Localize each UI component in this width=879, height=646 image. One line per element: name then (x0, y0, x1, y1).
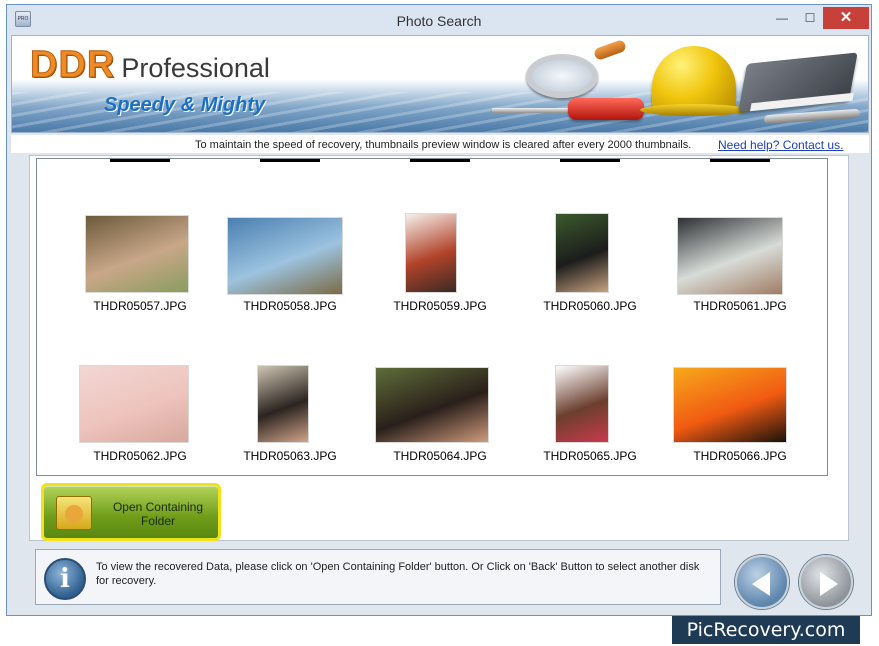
partial-thumbnail-label: ▬▬▬▬▬ (710, 158, 770, 165)
header-banner: DDR Professional Speedy & Mighty (11, 35, 869, 133)
thumbnail-image[interactable] (227, 217, 343, 295)
brand-professional: Professional (121, 53, 270, 83)
thumbnail-filename: THDR05060.JPG (543, 299, 637, 313)
status-message: To view the recovered Data, please click… (96, 561, 700, 587)
screwdriver-icon (492, 108, 572, 113)
next-button[interactable] (799, 555, 853, 609)
thumbnail-item[interactable]: THDR05060.JPG (515, 211, 665, 313)
partial-thumbnail-label: ▬▬▬▬▬ (560, 158, 620, 165)
arrow-left-icon (752, 572, 770, 596)
back-button[interactable] (735, 555, 789, 609)
minimize-button[interactable]: — (769, 7, 795, 29)
thumbnail-filename: THDR05057.JPG (93, 299, 187, 313)
open-containing-folder-button[interactable]: Open Containing Folder (41, 483, 221, 541)
thumbnail-clear-notice: To maintain the speed of recovery, thumb… (195, 139, 692, 151)
info-icon[interactable]: i (44, 558, 86, 600)
partial-thumbnail-label: ▬▬▬▬▬ (110, 158, 170, 165)
thumbnail-item[interactable]: THDR05065.JPG (515, 361, 665, 463)
screwdriver-handle-icon (568, 98, 644, 120)
partial-thumbnail-row: ▬▬▬▬▬ ▬▬▬▬▬ ▬▬▬▬▬ ▬▬▬▬▬ ▬▬▬▬▬ (37, 158, 827, 165)
thumbnail-grid[interactable]: ▬▬▬▬▬ ▬▬▬▬▬ ▬▬▬▬▬ ▬▬▬▬▬ ▬▬▬▬▬ THDR05057.… (36, 158, 828, 476)
magnifier-handle-icon (592, 38, 628, 62)
thumbnail-image[interactable] (677, 217, 783, 295)
thumbnail-image[interactable] (555, 365, 609, 443)
help-contact-link[interactable]: Need help? Contact us. (718, 138, 843, 152)
close-button[interactable]: ✕ (823, 7, 869, 29)
status-message-box: i To view the recovered Data, please cli… (35, 549, 721, 605)
brand-logo: DDR Professional (29, 44, 270, 87)
maximize-button[interactable]: ☐ (797, 7, 823, 29)
thumbnail-filename: THDR05066.JPG (693, 449, 787, 463)
open-containing-folder-label: Open Containing Folder (112, 500, 204, 528)
partial-thumbnail-label: ▬▬▬▬▬ (410, 158, 470, 165)
thumbnail-item[interactable]: THDR05057.JPG (65, 211, 215, 313)
thumbnail-item[interactable]: THDR05061.JPG (665, 211, 815, 313)
picrecovery-watermark: PicRecovery.com (672, 616, 860, 644)
magnifier-icon (526, 54, 598, 98)
photo-search-window: PRO Photo Search — ☐ ✕ DDR Professional S… (6, 4, 872, 616)
thumbnail-filename: THDR05062.JPG (93, 449, 187, 463)
vertical-scrollbar[interactable]: ▲ ▼ (827, 159, 828, 476)
folder-icon (56, 496, 92, 530)
thumbnail-item[interactable]: THDR05059.JPG (365, 211, 515, 313)
brand-ddr: DDR (29, 44, 116, 87)
info-strip: To maintain the speed of recovery, thumb… (11, 135, 869, 153)
thumbnail-item[interactable]: THDR05064.JPG (365, 361, 515, 463)
thumbnail-image[interactable] (375, 367, 489, 443)
brand-tagline: Speedy & Mighty (104, 94, 266, 116)
thumbnail-filename: THDR05059.JPG (393, 299, 487, 313)
hardhat-brim-icon (640, 104, 748, 116)
thumbnail-filename: THDR05061.JPG (693, 299, 787, 313)
thumbnail-image[interactable] (85, 215, 189, 293)
partial-thumbnail-label: ▬▬▬▬▬ (260, 158, 320, 165)
thumbnail-filename: THDR05058.JPG (243, 299, 337, 313)
arrow-right-icon (820, 572, 838, 596)
thumbnail-image[interactable] (405, 213, 457, 293)
hardhat-icon (652, 46, 736, 110)
thumbnail-filename: THDR05064.JPG (393, 449, 487, 463)
title-bar[interactable]: PRO Photo Search — ☐ ✕ (7, 5, 871, 35)
window-title: Photo Search (396, 13, 482, 29)
thumbnail-image[interactable] (673, 367, 787, 443)
scroll-up-arrow-icon[interactable]: ▲ (827, 161, 828, 177)
thumbnail-image[interactable] (79, 365, 189, 443)
thumbnail-image[interactable] (555, 213, 609, 293)
thumbnail-image[interactable] (257, 365, 309, 443)
thumbnail-filename: THDR05063.JPG (243, 449, 337, 463)
thumbnail-item[interactable]: THDR05063.JPG (215, 361, 365, 463)
thumbnail-item[interactable]: THDR05058.JPG (215, 211, 365, 313)
scroll-down-arrow-icon[interactable]: ▼ (827, 459, 828, 475)
thumbnail-filename: THDR05065.JPG (543, 449, 637, 463)
thumbnail-item[interactable]: THDR05062.JPG (65, 361, 215, 463)
thumbnail-item[interactable]: THDR05066.JPG (665, 361, 815, 463)
